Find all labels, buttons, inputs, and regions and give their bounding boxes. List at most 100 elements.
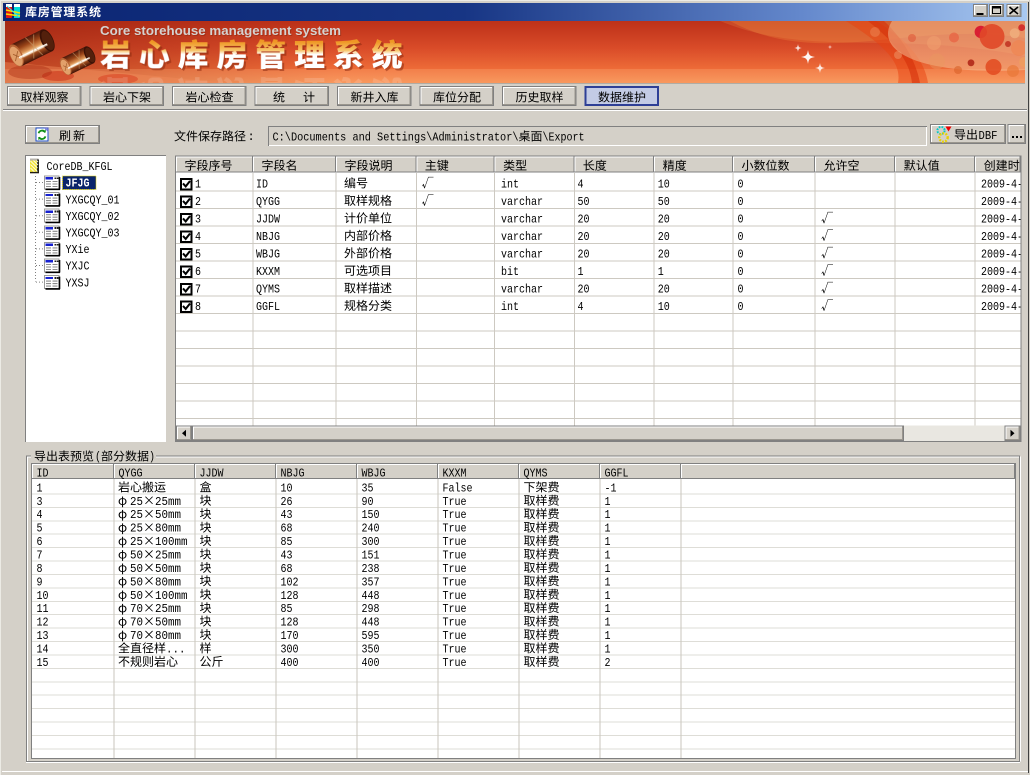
svg-text:68: 68 [281,522,293,536]
svg-text:50mm: 50mm [155,616,181,630]
svg-text:10: 10 [281,481,293,495]
svg-text:False: False [443,481,473,495]
svg-text:WBJG: WBJG [256,247,280,261]
svg-text:300: 300 [281,642,299,656]
svg-text:50: 50 [130,549,143,563]
svg-text:NBJG: NBJG [281,466,305,480]
svg-text:2009-4-: 2009-4- [981,265,1023,279]
svg-text:5: 5 [37,522,43,536]
svg-text:25: 25 [130,508,143,522]
svg-text:varchar: varchar [501,282,543,296]
svg-text:ID: ID [256,177,268,191]
svg-text:1: 1 [605,575,611,589]
svg-text:20: 20 [578,230,590,244]
svg-text:YXGCQY_01: YXGCQY_01 [66,193,120,207]
svg-text:KXXM: KXXM [443,466,467,480]
svg-text:1: 1 [605,508,611,522]
svg-text:5: 5 [195,247,201,261]
svg-text:2009-4-: 2009-4- [981,177,1023,191]
svg-text:128: 128 [281,589,299,603]
svg-text:2009-4-: 2009-4- [981,230,1023,244]
svg-text:25: 25 [130,535,143,549]
svg-text:20: 20 [578,212,590,226]
svg-text:25mm: 25mm [155,549,181,563]
svg-text:43: 43 [281,549,293,563]
svg-text:1: 1 [605,602,611,616]
svg-text:25mm: 25mm [155,495,181,509]
svg-text:20: 20 [578,247,590,261]
svg-text:1: 1 [195,177,201,191]
svg-text:25mm: 25mm [155,602,181,616]
svg-text:int: int [501,177,519,191]
svg-text:1: 1 [37,481,43,495]
svg-text:1: 1 [605,522,611,536]
svg-text:1: 1 [658,265,664,279]
svg-text:GGFL: GGFL [256,300,280,314]
svg-text:240: 240 [362,522,380,536]
svg-text:bit: bit [501,265,519,279]
svg-text:357: 357 [362,575,380,589]
svg-text:20: 20 [658,247,670,261]
svg-text:50: 50 [658,195,670,209]
svg-text:0: 0 [738,177,744,191]
svg-text:ID: ID [37,466,49,480]
svg-text:170: 170 [281,629,299,643]
svg-text:KXXM: KXXM [256,265,280,279]
svg-text:0: 0 [738,230,744,244]
svg-text:1: 1 [605,629,611,643]
svg-text:100mm: 100mm [155,589,188,603]
svg-text:50mm: 50mm [155,508,181,522]
svg-text:6: 6 [37,535,43,549]
svg-text:JJDW: JJDW [256,212,281,226]
svg-text:-1: -1 [605,481,617,495]
svg-text:varchar: varchar [501,230,543,244]
svg-text:4: 4 [578,177,584,191]
svg-text:35: 35 [362,481,374,495]
svg-text:True: True [443,495,467,509]
svg-text:0: 0 [738,195,744,209]
svg-text:70: 70 [130,629,143,643]
svg-text:238: 238 [362,562,380,576]
svg-text:70: 70 [130,602,143,616]
svg-text:20: 20 [658,230,670,244]
svg-text:3: 3 [37,495,43,509]
svg-text:2009-4-: 2009-4- [981,212,1023,226]
svg-text:100mm: 100mm [155,535,188,549]
svg-text:True: True [443,522,467,536]
svg-text:7: 7 [195,282,201,296]
svg-text:128: 128 [281,616,299,630]
svg-text:50: 50 [130,562,143,576]
svg-text:50mm: 50mm [155,562,181,576]
svg-text:448: 448 [362,589,380,603]
svg-text:298: 298 [362,602,380,616]
svg-text:): ) [149,450,155,464]
svg-text:1: 1 [605,642,611,656]
svg-text:True: True [443,562,467,576]
svg-text:...: ... [166,642,186,656]
svg-text:varchar: varchar [501,247,543,261]
svg-text:True: True [443,642,467,656]
svg-text:YXSJ: YXSJ [66,276,90,290]
svg-text:QYGG: QYGG [119,466,143,480]
svg-text:1: 1 [605,549,611,563]
svg-text:8: 8 [195,300,201,314]
svg-text:0: 0 [738,247,744,261]
svg-text:YXGCQY_03: YXGCQY_03 [66,227,120,241]
svg-text:3: 3 [195,212,201,226]
svg-text:(: ( [95,450,101,464]
svg-text:102: 102 [281,575,299,589]
svg-text:DBF: DBF [979,129,998,143]
svg-text:JJDW: JJDW [200,466,225,480]
svg-text:70: 70 [130,616,143,630]
svg-text:0: 0 [738,282,744,296]
svg-text:0: 0 [738,300,744,314]
svg-text:2009-4-: 2009-4- [981,195,1023,209]
svg-text:151: 151 [362,549,380,563]
svg-text:varchar: varchar [501,195,543,209]
svg-text:1: 1 [578,265,584,279]
svg-text:400: 400 [362,656,380,670]
svg-text:85: 85 [281,602,293,616]
svg-text:14: 14 [37,642,49,656]
svg-text:QYMS: QYMS [256,282,280,296]
svg-text:300: 300 [362,535,380,549]
